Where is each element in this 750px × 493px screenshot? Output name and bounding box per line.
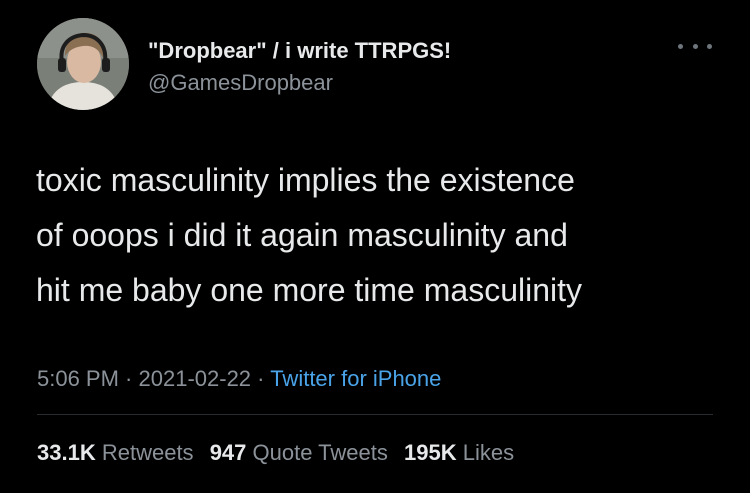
retweets-count: 33.1K [37, 440, 96, 465]
author-display-name[interactable]: "Dropbear" / i write TTRPGS! [148, 38, 451, 64]
more-options-icon[interactable] [678, 36, 712, 56]
author-avatar[interactable] [37, 18, 129, 110]
author-handle[interactable]: @GamesDropbear [148, 70, 333, 96]
tweet-text-line: toxic masculinity implies the existence [36, 162, 575, 198]
dot [678, 43, 683, 49]
tweet-text: toxic masculinity implies the existence … [36, 153, 726, 318]
tweet-text-line: hit me baby one more time masculinity [36, 272, 582, 308]
quote-tweets-stat[interactable]: 947 Quote Tweets [210, 440, 388, 465]
tweet-card: "Dropbear" / i write TTRPGS! @GamesDropb… [0, 0, 750, 493]
quote-tweets-count: 947 [209, 440, 247, 465]
tweet-text-line: of ooops i did it again masculinity and [36, 217, 568, 253]
dot [707, 43, 712, 49]
quote-tweets-label: Quote Tweets [252, 440, 388, 465]
meta-separator: · [118, 366, 139, 391]
dot [692, 43, 698, 49]
retweets-label: Retweets [101, 440, 194, 465]
meta-separator: · [251, 366, 271, 391]
tweet-meta: 5:06 PM · 2021-02-22 · Twitter for iPhon… [37, 366, 441, 392]
tweet-stats: 33.1K Retweets 947 Quote Tweets 195K Lik… [37, 440, 524, 466]
tweet-source-link[interactable]: Twitter for iPhone [270, 366, 441, 391]
tweet-time[interactable]: 5:06 PM [37, 366, 119, 391]
profile-photo-icon [37, 18, 129, 110]
tweet-date[interactable]: 2021-02-22 [139, 366, 252, 391]
retweets-stat[interactable]: 33.1K Retweets [37, 440, 194, 465]
likes-stat[interactable]: 195K Likes [404, 440, 514, 465]
likes-count: 195K [404, 440, 457, 465]
likes-label: Likes [462, 440, 515, 465]
divider [37, 414, 713, 415]
